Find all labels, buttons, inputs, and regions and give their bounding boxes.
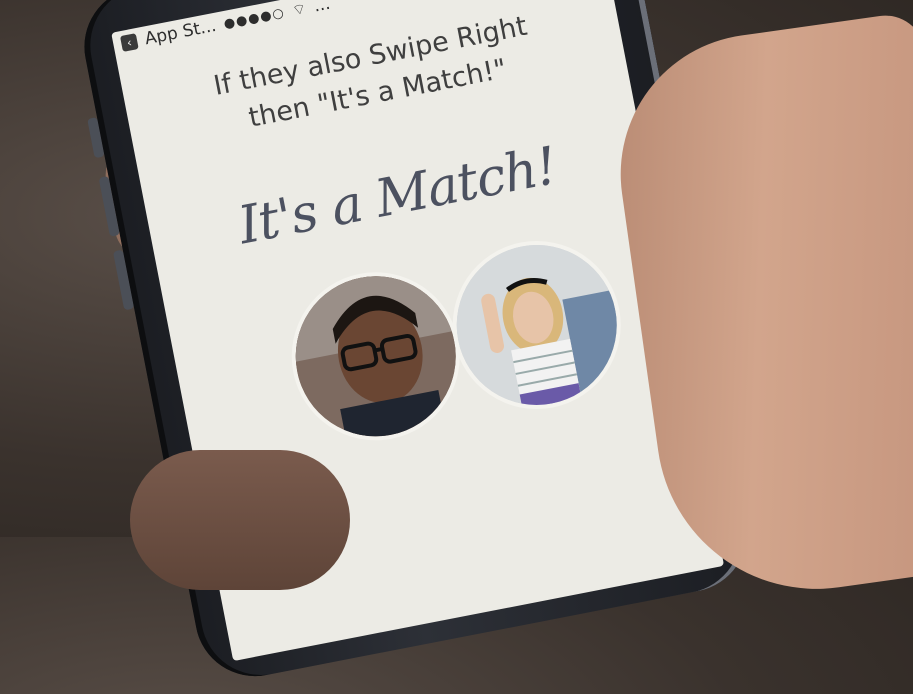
avatar-man[interactable] bbox=[281, 262, 470, 451]
avatar-woman[interactable] bbox=[442, 231, 631, 419]
lower-hand bbox=[130, 450, 350, 590]
avatar-man-image bbox=[281, 262, 470, 451]
carrier-label: ... bbox=[312, 0, 332, 17]
wifi-icon: ⌔ bbox=[290, 0, 308, 20]
avatar-woman-image bbox=[442, 231, 631, 419]
chevron-left-icon[interactable]: ‹ bbox=[119, 33, 139, 52]
signal-strength: ●●●●○ bbox=[222, 5, 286, 32]
photo-scene: ‹ App St... ●●●●○ ⌔ ... If they also Swi… bbox=[0, 0, 913, 687]
